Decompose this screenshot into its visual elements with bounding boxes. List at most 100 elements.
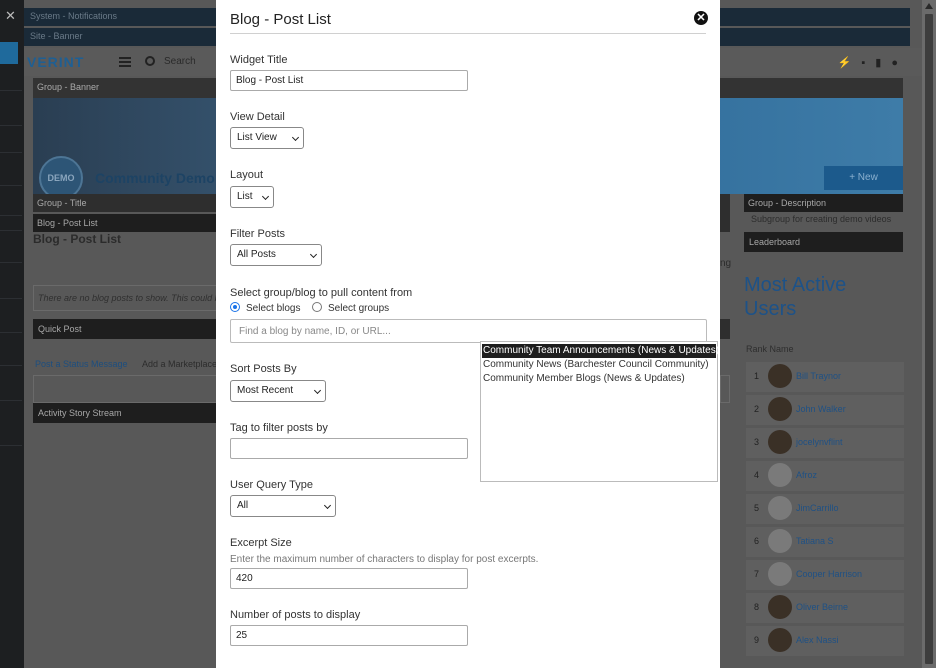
avatar[interactable] bbox=[768, 397, 792, 421]
leaderboard-row: 8 Oliver Beirne bbox=[746, 593, 904, 623]
new-button[interactable]: + New bbox=[824, 166, 903, 190]
scrollbar-thumb[interactable] bbox=[925, 14, 933, 664]
left-rail: ✕ bbox=[0, 0, 24, 668]
leaderboard-row: 3 jocelynvflint bbox=[746, 428, 904, 458]
rank: 7 bbox=[754, 569, 760, 579]
blog-option[interactable]: Community News (Barchester Council Commu… bbox=[482, 358, 716, 372]
layout-value: List bbox=[237, 191, 253, 202]
sort-posts-label: Sort Posts By bbox=[230, 363, 297, 375]
page-scrollbar[interactable] bbox=[922, 0, 936, 668]
search-icon[interactable] bbox=[145, 56, 155, 66]
top-toolbar-icons[interactable]: ⚡▪▮● bbox=[838, 56, 908, 69]
select-blogs-label[interactable]: Select blogs bbox=[246, 303, 300, 314]
query-type-value: All bbox=[237, 500, 249, 511]
sort-posts-value: Most Recent bbox=[237, 385, 294, 396]
select-groups-radio[interactable] bbox=[312, 302, 322, 312]
num-posts-label: Number of posts to display bbox=[230, 609, 361, 621]
leaderboard-row: 9 Alex Nassi bbox=[746, 626, 904, 656]
center-strip-2 bbox=[720, 319, 730, 339]
blog-option[interactable]: Community Member Blogs (News & Updates) bbox=[482, 372, 716, 386]
group-title-label: Group - Title bbox=[33, 194, 225, 212]
blog-option[interactable]: Community Team Announcements (News & Upd… bbox=[482, 344, 719, 358]
chevron-down-icon bbox=[309, 250, 318, 259]
empty-posts-message: There are no blog posts to show. This co… bbox=[33, 285, 225, 311]
rank: 3 bbox=[754, 437, 760, 447]
user-link[interactable]: jocelynvflint bbox=[796, 437, 843, 447]
avatar[interactable] bbox=[768, 430, 792, 454]
chevron-down-icon bbox=[313, 386, 322, 395]
user-link[interactable]: JimCarrillo bbox=[796, 503, 839, 513]
leaderboard-row: 6 Tatiana S bbox=[746, 527, 904, 557]
rank: 2 bbox=[754, 404, 760, 414]
rank: 9 bbox=[754, 635, 760, 645]
leaderboard-column-headers: Rank Name bbox=[746, 344, 794, 354]
user-link[interactable]: Bill Traynor bbox=[796, 371, 841, 381]
blog-suggestions-list[interactable]: Community Team Announcements (News & Upd… bbox=[480, 341, 719, 482]
user-link[interactable]: John Walker bbox=[796, 404, 846, 414]
excerpt-size-label: Excerpt Size bbox=[230, 537, 292, 549]
avatar[interactable] bbox=[768, 463, 792, 487]
leaderboard-row: 7 Cooper Harrison bbox=[746, 560, 904, 590]
select-groups-label[interactable]: Select groups bbox=[328, 303, 389, 314]
widget-title-input[interactable]: Blog - Post List bbox=[230, 70, 468, 91]
user-link[interactable]: Cooper Harrison bbox=[796, 569, 862, 579]
chevron-down-icon bbox=[291, 133, 300, 142]
avatar[interactable] bbox=[768, 496, 792, 520]
layout-label: Layout bbox=[230, 169, 264, 181]
hamburger-menu-icon[interactable] bbox=[119, 57, 131, 67]
filter-posts-select[interactable]: All Posts bbox=[230, 244, 322, 266]
user-link[interactable]: Tatiana S bbox=[796, 536, 834, 546]
close-icon[interactable]: ✕ bbox=[694, 11, 708, 25]
chevron-down-icon bbox=[261, 192, 270, 201]
fragment-text: ng bbox=[720, 258, 732, 269]
quick-post-label: Quick Post bbox=[33, 319, 225, 339]
community-name[interactable]: Community Demo bbox=[95, 170, 215, 186]
name-header: Name bbox=[769, 344, 794, 354]
tag-filter-input[interactable] bbox=[230, 438, 468, 459]
leaderboard-label: Leaderboard bbox=[744, 232, 903, 252]
excerpt-size-input[interactable]: 420 bbox=[230, 568, 468, 589]
center-box bbox=[720, 375, 730, 403]
blog-post-list-label: Blog - Post List bbox=[33, 214, 225, 232]
avatar[interactable] bbox=[768, 562, 792, 586]
num-posts-input[interactable]: 25 bbox=[230, 625, 468, 646]
activity-stream-label: Activity Story Stream bbox=[33, 403, 225, 423]
view-detail-value: List View bbox=[237, 132, 277, 143]
excerpt-size-help: Enter the maximum number of characters t… bbox=[230, 554, 539, 565]
blog-search-input[interactable]: Find a blog by name, ID, or URL... bbox=[230, 319, 707, 343]
rank: 4 bbox=[754, 470, 760, 480]
select-blogs-radio[interactable] bbox=[230, 302, 240, 312]
rank: 5 bbox=[754, 503, 760, 513]
center-strip bbox=[720, 194, 730, 232]
layout-select[interactable]: List bbox=[230, 186, 274, 208]
leaderboard-row: 1 Bill Traynor bbox=[746, 362, 904, 392]
sort-posts-select[interactable]: Most Recent bbox=[230, 380, 326, 402]
query-type-label: User Query Type bbox=[230, 479, 313, 491]
most-active-users-heading: Most Active Users bbox=[744, 274, 847, 320]
leaderboard-row: 5 JimCarrillo bbox=[746, 494, 904, 524]
rail-active-indicator bbox=[0, 42, 18, 64]
view-detail-select[interactable]: List View bbox=[230, 127, 304, 149]
search-input[interactable]: Search bbox=[164, 56, 196, 67]
user-link[interactable]: Oliver Beirne bbox=[796, 602, 848, 612]
group-description-text: Subgroup for creating demo videos bbox=[751, 214, 892, 224]
avatar[interactable] bbox=[768, 628, 792, 652]
status-input-box[interactable] bbox=[33, 375, 225, 403]
scroll-up-icon[interactable] bbox=[925, 3, 933, 9]
avatar[interactable] bbox=[768, 595, 792, 619]
filter-posts-value: All Posts bbox=[237, 249, 276, 260]
filter-posts-label: Filter Posts bbox=[230, 228, 286, 240]
close-icon[interactable]: ✕ bbox=[5, 8, 16, 24]
avatar[interactable] bbox=[768, 364, 792, 388]
rank: 8 bbox=[754, 602, 760, 612]
post-status-link[interactable]: Post a Status Message bbox=[35, 359, 128, 369]
tag-filter-label: Tag to filter posts by bbox=[230, 422, 328, 434]
modal-title: Blog - Post List bbox=[230, 11, 331, 28]
leaderboard-row: 2 John Walker bbox=[746, 395, 904, 425]
add-marketplace-link[interactable]: Add a Marketplace bbox=[142, 359, 217, 369]
user-link[interactable]: Alex Nassi bbox=[796, 635, 839, 645]
user-link[interactable]: Afroz bbox=[796, 470, 817, 480]
query-type-select[interactable]: All bbox=[230, 495, 336, 517]
view-detail-label: View Detail bbox=[230, 111, 285, 123]
avatar[interactable] bbox=[768, 529, 792, 553]
